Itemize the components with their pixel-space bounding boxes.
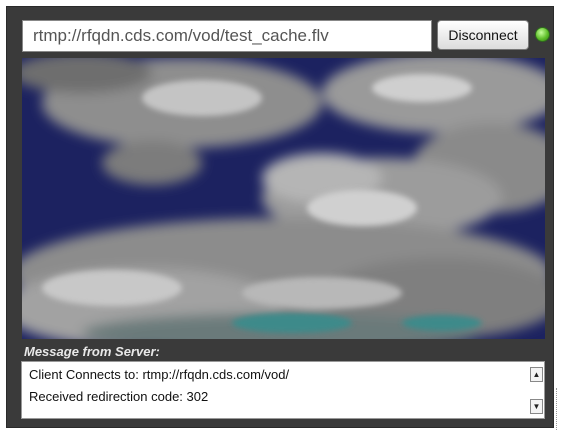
scroll-up-arrow-icon[interactable]: ▲ bbox=[530, 367, 543, 382]
disconnect-button[interactable]: Disconnect bbox=[437, 20, 529, 50]
video-display bbox=[22, 58, 545, 339]
server-message-line: Received redirection code: 302 bbox=[29, 389, 209, 404]
server-message-box[interactable]: Client Connects to: rtmp://rfqdn.cds.com… bbox=[21, 361, 545, 419]
scroll-down-arrow-icon[interactable]: ▼ bbox=[530, 399, 543, 414]
side-divider bbox=[556, 388, 565, 430]
cloud-sky-video-frame bbox=[22, 58, 545, 339]
stream-url-input[interactable] bbox=[22, 20, 432, 52]
server-message-line: Client Connects to: rtmp://rfqdn.cds.com… bbox=[29, 367, 290, 382]
video-player: Disconnect bbox=[6, 6, 554, 428]
connection-status-indicator bbox=[535, 27, 550, 42]
message-from-server-label: Message from Server: bbox=[24, 344, 160, 359]
